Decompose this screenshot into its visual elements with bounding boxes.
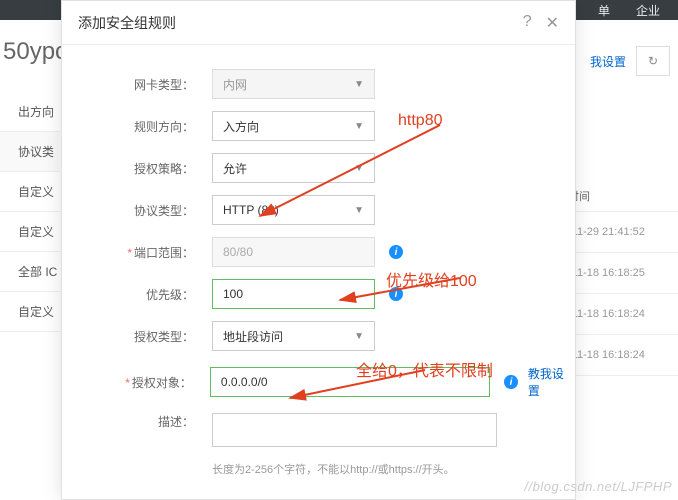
port-input[interactable]: [212, 237, 375, 267]
priority-label: 优先级：: [62, 286, 212, 303]
authobj-label: *授权对象：: [62, 374, 210, 391]
sidebar-item[interactable]: 协议类: [0, 132, 60, 172]
sidebar-item[interactable]: 自定义: [0, 212, 60, 252]
watermark: //blog.csdn.net/LJFPHP: [524, 479, 672, 494]
nic-value: 内网: [223, 76, 247, 93]
sidebar-item[interactable]: 自定义: [0, 292, 60, 332]
settings-link[interactable]: 我设置: [590, 53, 626, 70]
nic-label: 网卡类型：: [62, 76, 212, 93]
header-enterprise[interactable]: 企业: [636, 2, 660, 19]
sidebar-item[interactable]: 全部 IC: [0, 252, 60, 292]
bg-sidebar: 出方向 协议类 自定义 自定义 全部 IC 自定义: [0, 92, 60, 332]
header-order[interactable]: 单: [598, 2, 610, 19]
nic-select[interactable]: 内网 ▼: [212, 69, 375, 99]
authtype-label: 授权类型：: [62, 328, 212, 345]
authtype-value: 地址段访问: [223, 328, 283, 345]
refresh-icon: ↻: [648, 54, 658, 68]
add-rule-modal: 添加安全组规则 ? ✕ 网卡类型： 内网 ▼ 规则方向： 入方向 ▼: [61, 0, 576, 500]
refresh-button[interactable]: ↻: [636, 46, 670, 76]
modal-form: 网卡类型： 内网 ▼ 规则方向： 入方向 ▼ 授权策略： 允许: [62, 45, 575, 477]
authobj-input[interactable]: [210, 367, 490, 397]
direction-label: 规则方向：: [62, 118, 212, 135]
table-time: -11-18 16:18:25: [568, 253, 678, 294]
protocol-value: HTTP (80): [223, 203, 279, 217]
policy-select[interactable]: 允许 ▼: [212, 153, 375, 183]
direction-value: 入方向: [223, 118, 259, 135]
priority-input[interactable]: [212, 279, 375, 309]
chevron-down-icon: ▼: [354, 121, 364, 132]
info-icon[interactable]: i: [389, 287, 403, 301]
page-title: 50ypc: [3, 38, 67, 66]
policy-label: 授权策略：: [62, 160, 212, 177]
sidebar-item[interactable]: 自定义: [0, 172, 60, 212]
chevron-down-icon: ▼: [354, 163, 364, 174]
table-time: -11-18 16:18:24: [568, 294, 678, 335]
top-right-actions: 我设置 ↻: [590, 46, 670, 76]
info-icon[interactable]: i: [389, 245, 403, 259]
protocol-select[interactable]: HTTP (80) ▼: [212, 195, 375, 225]
port-label: *端口范围：: [62, 244, 212, 261]
direction-select[interactable]: 入方向 ▼: [212, 111, 375, 141]
table-header-time: 时间: [568, 180, 678, 212]
chevron-down-icon: ▼: [354, 331, 364, 342]
close-icon[interactable]: ✕: [546, 13, 559, 33]
help-icon[interactable]: ?: [523, 13, 532, 33]
policy-value: 允许: [223, 160, 247, 177]
bg-table-times: 时间 -11-29 21:41:52 -11-18 16:18:25 -11-1…: [568, 180, 678, 376]
modal-title: 添加安全组规则: [78, 13, 176, 33]
info-icon[interactable]: i: [504, 375, 518, 389]
desc-label: 描述：: [62, 413, 212, 430]
sidebar-item[interactable]: 出方向: [0, 92, 60, 132]
modal-header: 添加安全组规则 ? ✕: [62, 1, 575, 45]
desc-hint: 长度为2-256个字符，不能以http://或https://开头。: [212, 457, 575, 477]
chevron-down-icon: ▼: [354, 205, 364, 216]
authtype-select[interactable]: 地址段访问 ▼: [212, 321, 375, 351]
chevron-down-icon: ▼: [354, 79, 364, 90]
teach-me-link[interactable]: 教我设置: [528, 365, 575, 399]
protocol-label: 协议类型：: [62, 202, 212, 219]
desc-textarea[interactable]: [212, 413, 497, 447]
table-time: -11-18 16:18:24: [568, 335, 678, 376]
table-time: -11-29 21:41:52: [568, 212, 678, 253]
